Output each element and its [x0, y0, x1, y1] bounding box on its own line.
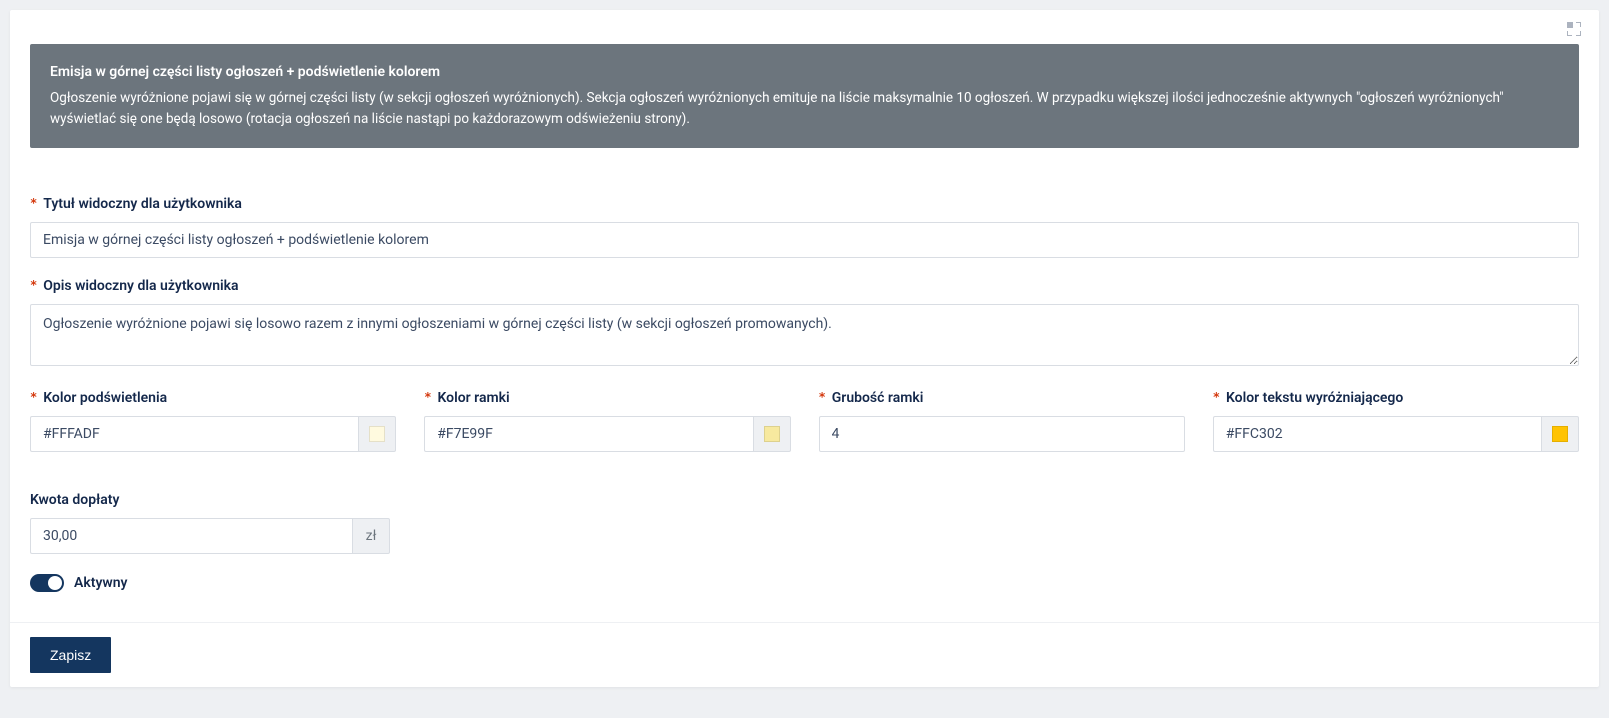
highlight-color-swatch-addon[interactable]	[358, 416, 396, 452]
active-toggle[interactable]	[30, 574, 64, 592]
required-asterisk: *	[30, 196, 37, 210]
label-text-color: *Kolor tekstu wyróżniającego	[1213, 390, 1579, 406]
label-active: Aktywny	[74, 575, 128, 591]
color-row: *Kolor podświetlenia *Kolor ramki	[30, 390, 1579, 472]
required-asterisk: *	[30, 390, 37, 404]
label-title-visible: *Tytuł widoczny dla użytkownika	[30, 196, 1579, 212]
info-box-description: Ogłoszenie wyróżnione pojawi się w górne…	[50, 88, 1559, 130]
panel-header	[10, 10, 1599, 44]
text-color-swatch	[1552, 426, 1568, 442]
toggle-knob	[48, 576, 62, 590]
label-amount: Kwota dopłaty	[30, 492, 390, 508]
field-desc-visible: *Opis widoczny dla użytkownika Ogłoszeni…	[30, 278, 1579, 370]
border-color-input[interactable]	[424, 416, 752, 452]
required-asterisk: *	[819, 390, 826, 404]
required-asterisk: *	[30, 278, 37, 292]
currency-addon: zł	[352, 518, 390, 554]
label-desc-visible: *Opis widoczny dla użytkownika	[30, 278, 1579, 294]
border-color-swatch	[764, 426, 780, 442]
field-title-visible: *Tytuł widoczny dla użytkownika	[30, 196, 1579, 258]
field-amount: Kwota dopłaty zł	[30, 492, 390, 554]
label-border-width: *Grubość ramki	[819, 390, 1185, 406]
desc-visible-textarea[interactable]: Ogłoszenie wyróżnione pojawi się losowo …	[30, 304, 1579, 366]
label-highlight-color: *Kolor podświetlenia	[30, 390, 396, 406]
border-color-swatch-addon[interactable]	[753, 416, 791, 452]
panel-footer: Zapisz	[10, 622, 1599, 687]
field-text-color: *Kolor tekstu wyróżniającego	[1213, 390, 1579, 452]
info-box: Emisja w górnej części listy ogłoszeń + …	[30, 44, 1579, 148]
border-width-input[interactable]	[819, 416, 1185, 452]
required-asterisk: *	[424, 390, 431, 404]
expand-icon[interactable]	[1567, 22, 1581, 36]
required-asterisk: *	[1213, 390, 1220, 404]
save-button[interactable]: Zapisz	[30, 637, 111, 673]
amount-input[interactable]	[30, 518, 352, 554]
settings-panel: Emisja w górnej części listy ogłoszeń + …	[10, 10, 1599, 687]
field-border-width: *Grubość ramki	[819, 390, 1185, 452]
highlight-color-swatch	[369, 426, 385, 442]
field-highlight-color: *Kolor podświetlenia	[30, 390, 396, 452]
panel-body: Emisja w górnej części listy ogłoszeń + …	[10, 44, 1599, 622]
highlight-color-input[interactable]	[30, 416, 358, 452]
field-border-color: *Kolor ramki	[424, 390, 790, 452]
label-border-color: *Kolor ramki	[424, 390, 790, 406]
text-color-swatch-addon[interactable]	[1541, 416, 1579, 452]
field-active: Aktywny	[30, 574, 1579, 592]
info-box-title: Emisja w górnej części listy ogłoszeń + …	[50, 62, 1559, 84]
text-color-input[interactable]	[1213, 416, 1541, 452]
title-visible-input[interactable]	[30, 222, 1579, 258]
